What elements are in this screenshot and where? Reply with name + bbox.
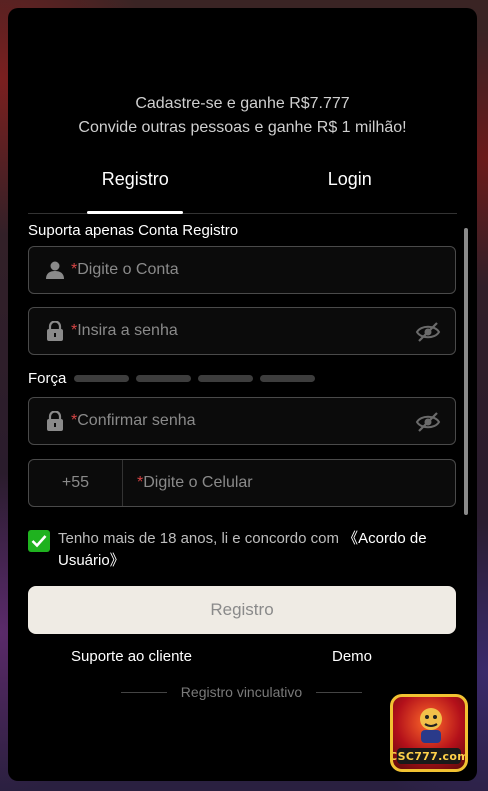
promo-line-1: Cadastre-se e ganhe R$7.777 — [135, 95, 350, 112]
promo-text: Cadastre-se e ganhe R$7.777 Convide outr… — [8, 92, 477, 140]
agree-checkbox[interactable] — [28, 530, 50, 552]
password-placeholder-text: Insira a senha — [77, 322, 178, 339]
scrollbar[interactable] — [464, 228, 468, 515]
agreement-label: Tenho mais de 18 anos, li e concordo com — [58, 530, 344, 547]
phone-placeholder-text: Digite o Celular — [143, 474, 253, 491]
register-button[interactable]: Registro — [28, 586, 456, 634]
tab-registro[interactable]: Registro — [28, 164, 243, 213]
app-badge[interactable]: CSC777.com — [390, 694, 468, 772]
confirm-password-field[interactable]: *Confirmar senha — [28, 397, 456, 445]
mascot-icon — [420, 708, 442, 743]
phone-field[interactable]: +55 *Digite o Celular — [28, 459, 456, 507]
account-placeholder-text: Digite o Conta — [77, 261, 179, 278]
confirm-placeholder-text: Confirmar senha — [77, 412, 196, 429]
divider-line — [120, 691, 167, 693]
strength-bar — [74, 374, 130, 382]
tab-bar: Registro Login — [28, 164, 457, 214]
password-strength: Força — [28, 368, 322, 388]
strength-label: Força — [28, 369, 67, 387]
country-code[interactable]: +55 — [29, 460, 123, 506]
lock-icon — [43, 319, 67, 343]
divider-label: Registro vinculativo — [180, 684, 303, 700]
register-modal: Cadastre-se e ganhe R$7.777 Convide outr… — [8, 8, 477, 781]
demo-link[interactable]: Demo — [332, 648, 372, 665]
strength-bar — [260, 374, 316, 382]
promo-line-2: Convide outras pessoas e ganhe R$ 1 milh… — [78, 119, 407, 136]
account-field[interactable]: *Digite o Conta — [28, 246, 456, 294]
strength-bar — [136, 374, 192, 382]
agreement-text: Tenho mais de 18 anos, li e concordo com… — [58, 528, 438, 572]
lock-icon — [43, 409, 67, 433]
divider-line — [316, 691, 363, 693]
tab-login[interactable]: Login — [243, 164, 458, 213]
account-placeholder: *Digite o Conta — [71, 261, 179, 279]
check-icon — [31, 535, 47, 548]
agreement-row: Tenho mais de 18 anos, li e concordo com… — [28, 528, 438, 572]
badge-brand: CSC777.com — [390, 748, 468, 764]
strength-bar — [198, 374, 254, 382]
eye-off-icon[interactable] — [415, 320, 441, 344]
section-divider: Registro vinculativo — [114, 682, 369, 702]
password-placeholder: *Insira a senha — [71, 322, 178, 340]
footer-links: Suporte ao cliente Demo — [8, 648, 477, 668]
phone-placeholder: *Digite o Celular — [137, 474, 253, 492]
password-field[interactable]: *Insira a senha — [28, 307, 456, 355]
eye-off-icon[interactable] — [415, 410, 441, 434]
user-icon — [43, 258, 67, 282]
support-note: Suporta apenas Conta Registro — [28, 222, 239, 239]
confirm-placeholder: *Confirmar senha — [71, 412, 196, 430]
customer-support-link[interactable]: Suporte ao cliente — [71, 648, 192, 665]
